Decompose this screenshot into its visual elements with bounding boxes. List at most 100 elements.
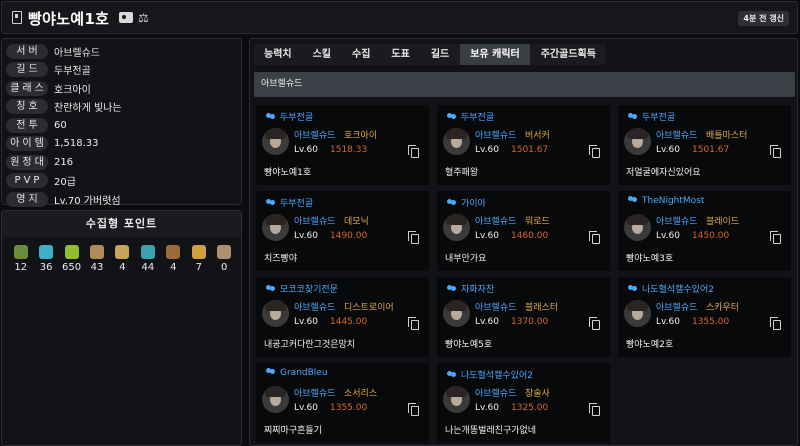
- copy-icon[interactable]: [770, 231, 781, 244]
- character-server: 아브렐슈드: [656, 303, 698, 313]
- character-card[interactable]: 모코코찾기전문 아브렐슈드 디스트로이어 Lv.60 1445.00 내공고커다란그것은망…: [256, 277, 429, 357]
- avatar-hair: [265, 300, 286, 311]
- copy-icon[interactable]: [589, 403, 600, 416]
- character-card[interactable]: TheNightMost 아브렐슈드 블레이드 Lv.60 1450.00 빵야노예3호: [618, 191, 791, 271]
- character-class: 블레이드: [706, 217, 740, 227]
- info-key: 전투: [6, 117, 48, 133]
- avatar-hair: [446, 386, 467, 397]
- server-group-header: 아브렐슈드: [254, 72, 795, 97]
- tab-4[interactable]: 길드: [421, 44, 459, 65]
- character-item-level: 1325.00: [511, 403, 549, 413]
- guild-name: 가이아: [461, 199, 486, 209]
- character-level: Lv.60: [475, 145, 499, 155]
- character-level: Lv.60: [475, 231, 499, 241]
- copy-icon[interactable]: [770, 145, 781, 158]
- refresh-button[interactable]: 4분 전 갱신: [738, 11, 789, 26]
- avatar-hair: [446, 128, 467, 139]
- guild-icon: [266, 199, 276, 206]
- avatar: [262, 214, 289, 241]
- copy-icon[interactable]: [408, 317, 419, 330]
- info-row: 길드 두부전골: [6, 61, 237, 80]
- character-item-level: 1501.67: [511, 145, 549, 155]
- avatar-hair: [446, 214, 467, 225]
- info-row: 클래스 호크아이: [6, 79, 237, 98]
- info-value: 두부전골: [54, 66, 91, 78]
- info-value: 아브렐슈드: [54, 47, 100, 59]
- character-card[interactable]: 두부전골 아브렐슈드 호크아이 Lv.60 1518.33 빵야노예1호: [256, 105, 429, 185]
- character-name: 빵야노예1호: [264, 168, 312, 178]
- character-server: 아브렐슈드: [475, 303, 517, 313]
- info-row: 칭호 찬란하게 빛나는: [6, 98, 237, 117]
- character-item-level: 1450.00: [692, 231, 730, 241]
- character-server: 아브렐슈드: [294, 131, 336, 141]
- avatar-hair: [627, 214, 648, 225]
- copy-icon[interactable]: [408, 145, 419, 158]
- id-card-icon[interactable]: [119, 12, 133, 23]
- character-name: 찌찌마구흔들기: [264, 426, 322, 436]
- collection-items: 12 36 650 43 4 44 4 7 0: [2, 237, 241, 273]
- collection-item[interactable]: 7: [186, 241, 211, 273]
- tab-3[interactable]: 도표: [381, 44, 419, 65]
- avatar: [262, 386, 289, 413]
- avatar: [443, 128, 470, 155]
- guild-name: 나도혈석캘수있어2: [642, 285, 714, 295]
- copy-icon[interactable]: [408, 403, 419, 416]
- copy-icon[interactable]: [589, 231, 600, 244]
- character-class: 스카우터: [706, 303, 740, 313]
- collection-item[interactable]: 4: [110, 241, 135, 273]
- guild-name: 모코코찾기전문: [280, 285, 338, 295]
- guild-icon: [628, 113, 638, 120]
- avatar-hair: [265, 214, 286, 225]
- character-guild: GrandBleu: [266, 368, 328, 378]
- copy-icon[interactable]: [770, 317, 781, 330]
- avatar-hair: [265, 128, 286, 139]
- copy-icon[interactable]: [589, 317, 600, 330]
- info-key: PVP: [6, 173, 48, 189]
- tab-5[interactable]: 보유 캐릭터: [460, 44, 530, 65]
- tab-0[interactable]: 능력치: [254, 44, 302, 65]
- character-guild: 두부전골: [447, 110, 494, 123]
- character-card[interactable]: 나도혈석캘수있어2 아브렐슈드 창술사 Lv.60 1325.00 나는개똥벌레친구가없네: [437, 363, 610, 443]
- character-card[interactable]: 두부전골 아브렐슈드 데모닉 Lv.60 1490.00 치즈빵야: [256, 191, 429, 271]
- collection-item[interactable]: 44: [135, 241, 160, 273]
- character-card[interactable]: GrandBleu 아브렐슈드 소서리스 Lv.60 1355.00 찌찌마구흔들기: [256, 363, 429, 443]
- tab-6[interactable]: 주간골드획득: [531, 44, 606, 65]
- character-server: 아브렐슈드: [475, 389, 517, 399]
- character-name: 혈주패왕: [445, 168, 479, 178]
- bookmark-icon[interactable]: [12, 11, 22, 24]
- character-name: 나는개똥벌레친구가없네: [445, 426, 537, 436]
- tab-1[interactable]: 스킬: [303, 44, 341, 65]
- collection-item[interactable]: 4: [161, 241, 186, 273]
- scale-icon[interactable]: ⚖: [138, 11, 149, 25]
- info-row: 서버 아브렐슈드: [6, 42, 237, 61]
- collection-item[interactable]: 0: [212, 241, 237, 273]
- guild-icon: [266, 285, 276, 292]
- character-guild: 모코코찾기전문: [266, 282, 338, 295]
- character-card[interactable]: 자화자찬 아브렐슈드 블래스터 Lv.60 1370.00 빵야노예5호: [437, 277, 610, 357]
- tab-2[interactable]: 수집: [342, 44, 380, 65]
- collection-item[interactable]: 12: [8, 241, 33, 273]
- collection-item[interactable]: 43: [84, 241, 109, 273]
- copy-icon[interactable]: [408, 231, 419, 244]
- info-row: 전투 60: [6, 116, 237, 135]
- character-card[interactable]: 나도혈석캘수있어2 아브렐슈드 스카우터 Lv.60 1355.00 빵야노예2호: [618, 277, 791, 357]
- guild-icon: [266, 113, 276, 120]
- copy-icon[interactable]: [589, 145, 600, 158]
- character-card[interactable]: 가이아 아브렐슈드 워로드 Lv.60 1460.00 내부안가요: [437, 191, 610, 271]
- collection-count: 44: [141, 262, 155, 273]
- collection-item[interactable]: 36: [33, 241, 58, 273]
- guild-name: 두부전골: [642, 113, 676, 123]
- character-card[interactable]: 두부전골 아브렐슈드 버서커 Lv.60 1501.67 혈주패왕: [437, 105, 610, 185]
- avatar-hair: [446, 300, 467, 311]
- character-class: 워로드: [525, 217, 550, 227]
- character-server: 아브렐슈드: [475, 217, 517, 227]
- collection-item[interactable]: 650: [59, 241, 84, 273]
- character-class: 블래스터: [525, 303, 559, 313]
- character-card[interactable]: 두부전골 아브렐슈드 배틀마스터 Lv.60 1501.67 저얼굴에자신있어요: [618, 105, 791, 185]
- character-item-level: 1501.67: [692, 145, 730, 155]
- collection-title: 수집형 포인트: [2, 211, 241, 237]
- info-value: 1,518.33: [54, 138, 99, 150]
- avatar: [624, 300, 651, 327]
- guild-icon: [266, 368, 276, 375]
- character-guild: 자화자찬: [447, 282, 494, 295]
